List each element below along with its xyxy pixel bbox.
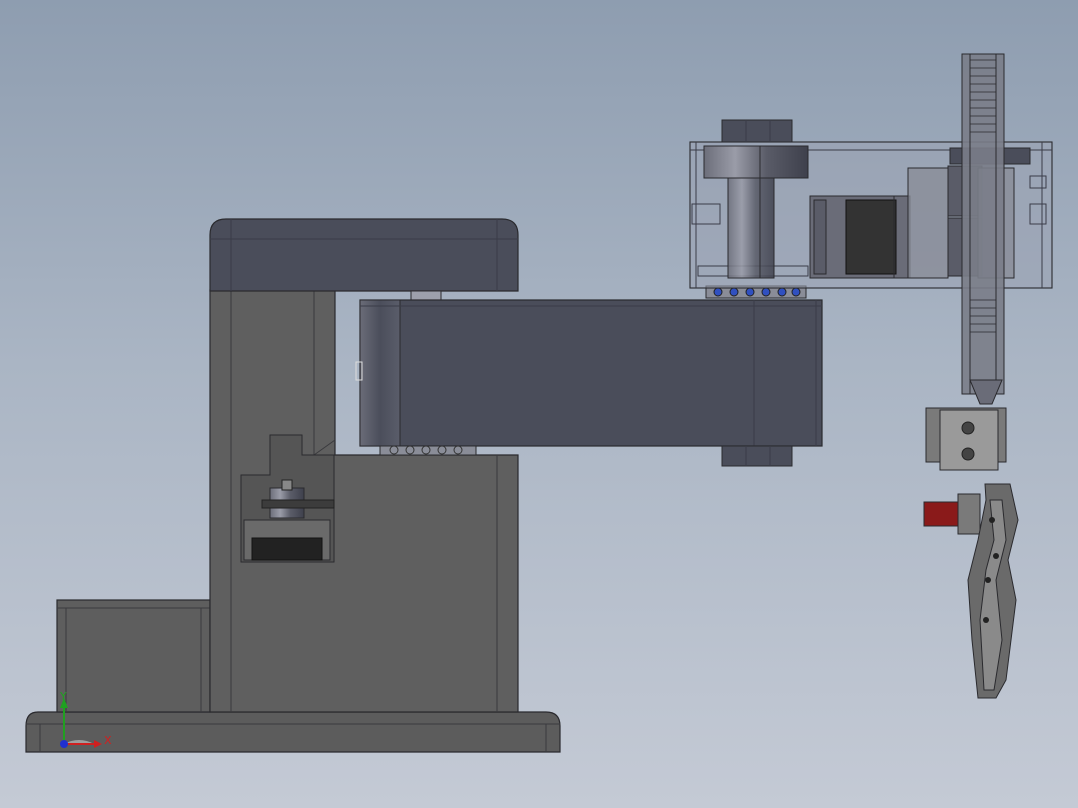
column-top-cap[interactable]: [209, 218, 519, 292]
vertical-rack[interactable]: [961, 53, 1005, 405]
arm-bearing[interactable]: [379, 445, 477, 456]
x-axis-label: X: [104, 734, 112, 747]
gripper-servo[interactable]: [923, 493, 981, 535]
y-axis-label: Y: [59, 690, 67, 703]
gripper-wrist[interactable]: [925, 407, 1007, 471]
scara-robot-model[interactable]: Y X: [0, 0, 1078, 808]
cad-viewport[interactable]: Y X: [0, 0, 1078, 808]
z-axis-dot: [60, 740, 68, 748]
electronics-box[interactable]: [56, 599, 211, 713]
arm-link-1[interactable]: [355, 299, 823, 447]
elbow-lower-block[interactable]: [721, 445, 793, 467]
arm2-stepper-motor[interactable]: [809, 195, 911, 279]
